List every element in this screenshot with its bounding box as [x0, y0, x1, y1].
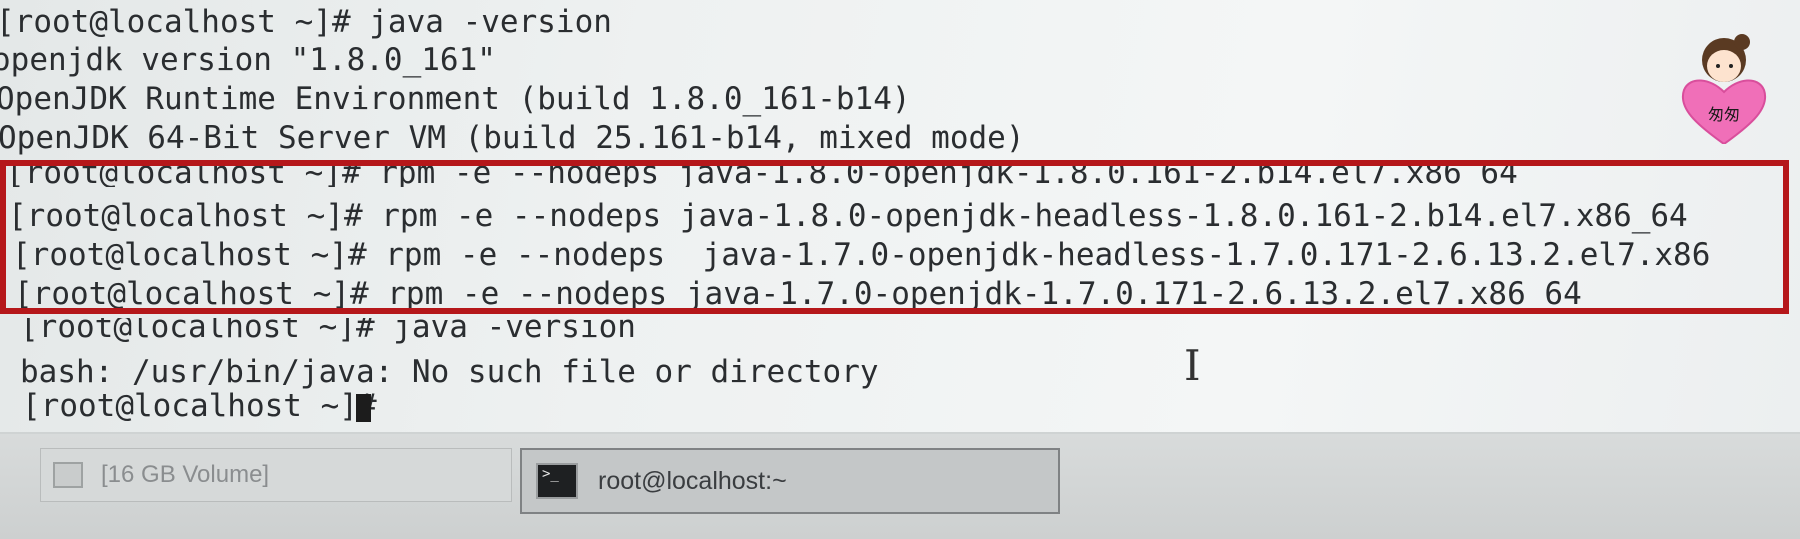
terminal-line: openjdk version "1.8.0_161" — [0, 42, 496, 78]
watermark-mascot: 匆匆 — [1681, 34, 1767, 144]
terminal-window[interactable]: [root@localhost ~]# java -version openjd… — [0, 0, 1800, 432]
highlight-box — [0, 160, 1789, 314]
ibeam-cursor-icon: I — [1184, 341, 1201, 390]
terminal-line: [root@localhost ~]# java -version — [20, 318, 636, 344]
terminal-prompt[interactable]: [root@localhost ~]# — [22, 388, 395, 424]
terminal-line: OpenJDK 64-Bit Server VM (build 25.161-b… — [0, 120, 1025, 156]
taskbar-volume-label: [16 GB Volume] — [101, 461, 270, 488]
terminal-line: bash: /usr/bin/java: No such file or dir… — [20, 354, 879, 390]
terminal-line: OpenJDK Runtime Environment (build 1.8.0… — [0, 81, 911, 117]
terminal-cursor — [356, 394, 371, 422]
taskbar-volume-button[interactable]: [16 GB Volume] — [40, 448, 512, 502]
taskbar: [16 GB Volume] >_ root@localhost:~ — [0, 434, 1800, 539]
terminal-icon: >_ — [536, 463, 578, 499]
taskbar-terminal-button[interactable]: >_ root@localhost:~ — [520, 448, 1060, 514]
taskbar-terminal-label: root@localhost:~ — [598, 466, 787, 495]
terminal-line: [root@localhost ~]# java -version — [0, 4, 612, 40]
drive-icon — [53, 462, 83, 488]
watermark-text: 匆匆 — [1708, 105, 1740, 124]
